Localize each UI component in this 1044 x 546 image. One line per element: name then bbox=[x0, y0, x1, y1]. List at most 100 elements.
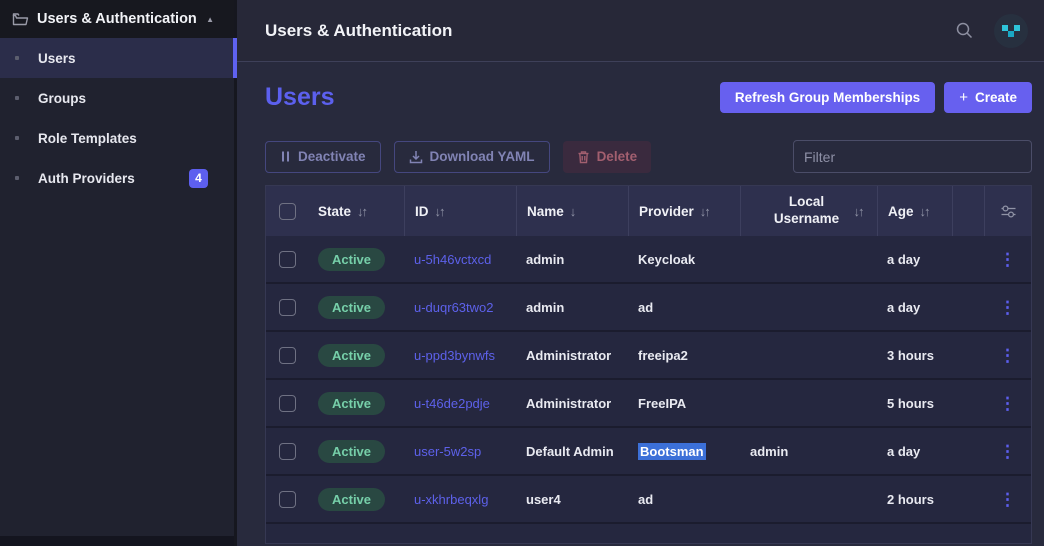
cell-provider: ad bbox=[628, 492, 740, 507]
sidebar-footer bbox=[0, 536, 234, 546]
sidebar-header[interactable]: Users & Authentication ▲ bbox=[0, 0, 234, 38]
row-checkbox[interactable] bbox=[278, 490, 296, 508]
sort-icon[interactable]: ↓ bbox=[570, 204, 576, 219]
filter-input[interactable] bbox=[793, 140, 1032, 173]
sort-icon[interactable]: ↓↑ bbox=[357, 204, 368, 219]
user-id-link[interactable]: u-5h46vctxcd bbox=[414, 252, 491, 267]
sidebar-item-auth-providers[interactable]: Auth Providers 4 bbox=[0, 158, 234, 198]
cell-provider: FreeIPA bbox=[628, 396, 740, 411]
header-cell-state[interactable]: State ↓↑ bbox=[308, 186, 404, 236]
header-cell-empty bbox=[952, 186, 984, 236]
header-cell-age[interactable]: Age ↓↑ bbox=[877, 186, 952, 236]
column-label: ID bbox=[415, 203, 429, 219]
app-window: Users & Authentication ▲ Users Groups Ro… bbox=[0, 0, 1044, 546]
topbar: Users & Authentication bbox=[237, 0, 1044, 62]
kebab-menu-icon[interactable]: ⋮ bbox=[991, 247, 1024, 272]
provider-value: FreeIPA bbox=[638, 395, 687, 411]
status-badge: Active bbox=[318, 439, 386, 463]
row-checkbox[interactable] bbox=[278, 298, 296, 316]
users-table: State ↓↑ ID ↓↑ Name ↓ Provider ↓↑ Local … bbox=[265, 185, 1032, 544]
row-checkbox[interactable] bbox=[278, 442, 296, 460]
cell-provider: Keycloak bbox=[628, 252, 740, 267]
header-cell-provider[interactable]: Provider ↓↑ bbox=[628, 186, 740, 236]
header-cell-name[interactable]: Name ↓ bbox=[516, 186, 628, 236]
status-badge: Active bbox=[318, 487, 386, 511]
button-label: Delete bbox=[596, 149, 638, 164]
cell-state: Active bbox=[308, 487, 404, 511]
trash-icon bbox=[578, 150, 589, 163]
sidebar-item-groups[interactable]: Groups bbox=[0, 78, 234, 118]
cell-name: Default Admin bbox=[526, 443, 614, 459]
create-button[interactable]: + Create bbox=[944, 82, 1032, 113]
sliders-icon bbox=[1001, 204, 1015, 218]
sidebar-item-role-templates[interactable]: Role Templates bbox=[0, 118, 234, 158]
cell-id: u-xkhrbeqxlg bbox=[404, 492, 516, 507]
user-id-link[interactable]: u-t46de2pdje bbox=[414, 396, 490, 411]
cell-local-username: admin bbox=[750, 443, 789, 459]
kebab-menu-icon[interactable]: ⋮ bbox=[991, 487, 1024, 512]
chevron-up-icon[interactable]: ▲ bbox=[206, 15, 214, 24]
cell-provider: freeipa2 bbox=[628, 348, 740, 363]
cell-provider: Bootsman bbox=[628, 442, 740, 460]
row-checkbox[interactable] bbox=[278, 250, 296, 268]
delete-button[interactable]: Delete bbox=[562, 140, 652, 173]
header-cell-settings bbox=[984, 186, 1031, 236]
sidebar-title: Users & Authentication bbox=[37, 11, 197, 27]
refresh-group-memberships-button[interactable]: Refresh Group Memberships bbox=[719, 82, 936, 113]
cell-id: u-t46de2pdje bbox=[404, 396, 516, 411]
kebab-menu-icon[interactable]: ⋮ bbox=[991, 295, 1024, 320]
cell-state: Active bbox=[308, 391, 404, 415]
kebab-menu-icon[interactable]: ⋮ bbox=[991, 439, 1024, 464]
user-avatar[interactable] bbox=[994, 13, 1028, 48]
button-label: Refresh Group Memberships bbox=[734, 90, 921, 105]
cell-age: 5 hours bbox=[887, 395, 934, 411]
user-id-link[interactable]: u-duqr63two2 bbox=[414, 300, 494, 315]
cell-age: 2 hours bbox=[887, 491, 934, 507]
table-row: Active user-5w2sp Default Admin Bootsman… bbox=[266, 428, 1031, 476]
kebab-menu-icon[interactable]: ⋮ bbox=[991, 391, 1024, 416]
cell-checkbox bbox=[266, 298, 308, 316]
sort-icon[interactable]: ↓↑ bbox=[700, 204, 711, 219]
user-id-link[interactable]: u-xkhrbeqxlg bbox=[414, 492, 488, 507]
deactivate-button[interactable]: Deactivate bbox=[265, 140, 381, 173]
provider-value: freeipa2 bbox=[638, 347, 688, 363]
header-cell-id[interactable]: ID ↓↑ bbox=[404, 186, 516, 236]
table-row: Active u-5h46vctxcd admin Keycloak a day… bbox=[266, 236, 1031, 284]
cell-age: a day bbox=[887, 251, 921, 267]
cell-age: a day bbox=[887, 443, 921, 459]
page-title: Users bbox=[265, 83, 335, 111]
table-header-row: State ↓↑ ID ↓↑ Name ↓ Provider ↓↑ Local … bbox=[266, 186, 1031, 236]
column-settings-button[interactable] bbox=[998, 202, 1019, 221]
row-checkbox[interactable] bbox=[278, 394, 296, 412]
auth-providers-count-badge: 4 bbox=[189, 168, 208, 188]
provider-value: ad bbox=[638, 299, 654, 315]
sort-icon[interactable]: ↓↑ bbox=[920, 204, 931, 219]
bulk-actions-row: Deactivate Download YAML Delete bbox=[265, 140, 1032, 173]
sidebar-item-label: Auth Providers bbox=[38, 170, 135, 186]
select-all-checkbox[interactable] bbox=[278, 202, 296, 220]
user-id-link[interactable]: u-ppd3bynwfs bbox=[414, 348, 495, 363]
user-id-link[interactable]: user-5w2sp bbox=[414, 444, 481, 459]
column-label: State bbox=[318, 203, 352, 219]
content: Users Refresh Group Memberships + Create… bbox=[237, 62, 1044, 546]
status-badge: Active bbox=[318, 247, 386, 271]
button-label: Deactivate bbox=[298, 149, 366, 164]
sort-icon[interactable]: ↓↑ bbox=[435, 204, 446, 219]
pause-icon bbox=[282, 151, 289, 162]
header-cell-local-username[interactable]: Local Username ↓↑ bbox=[740, 186, 877, 236]
cell-checkbox bbox=[266, 250, 308, 268]
plus-icon: + bbox=[959, 89, 968, 106]
table-row: Active u-xkhrbeqxlg user4 ad 2 hours ⋮ bbox=[266, 476, 1031, 524]
search-button[interactable] bbox=[949, 15, 980, 46]
sidebar-item-users[interactable]: Users bbox=[0, 38, 237, 78]
kebab-menu-icon[interactable]: ⋮ bbox=[991, 343, 1024, 368]
cell-state: Active bbox=[308, 343, 404, 367]
sort-icon[interactable]: ↓↑ bbox=[854, 204, 865, 219]
cell-provider: ad bbox=[628, 300, 740, 315]
row-checkbox[interactable] bbox=[278, 346, 296, 364]
sidebar-item-label: Groups bbox=[38, 90, 87, 106]
sidebar: Users & Authentication ▲ Users Groups Ro… bbox=[0, 0, 237, 546]
download-yaml-button[interactable]: Download YAML bbox=[393, 140, 550, 173]
identicon-avatar-icon bbox=[1002, 24, 1020, 37]
header-cell-checkbox bbox=[266, 186, 308, 236]
